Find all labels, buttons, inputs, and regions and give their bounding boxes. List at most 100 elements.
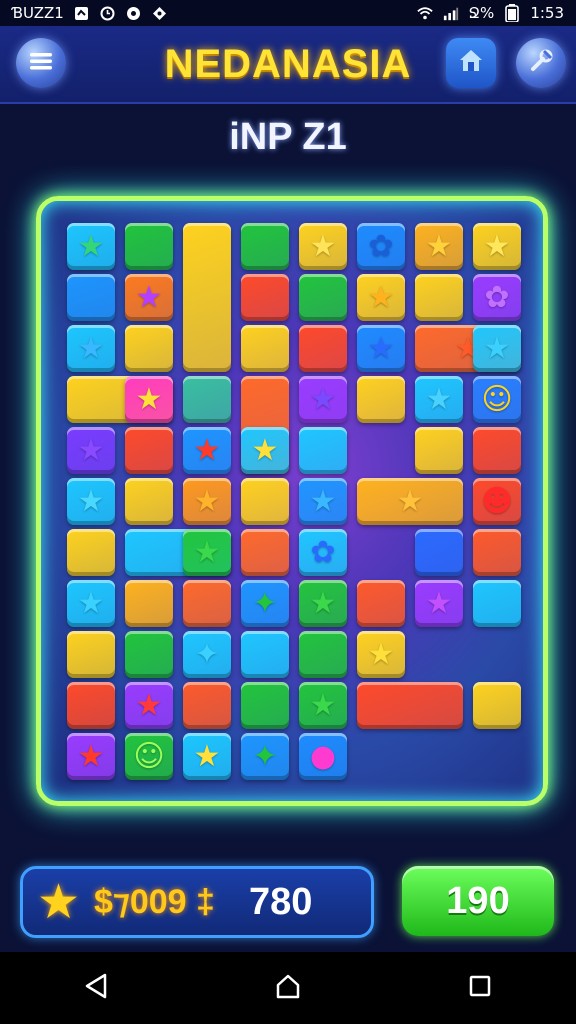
board-tile[interactable] <box>183 223 231 372</box>
board-tile[interactable] <box>241 223 289 270</box>
board-tile[interactable] <box>299 274 347 321</box>
board-tile[interactable]: ✿ <box>299 529 347 576</box>
board-tile[interactable] <box>357 376 405 423</box>
tile-glyph: ★ <box>425 585 453 621</box>
board-tile[interactable]: ★ <box>415 580 463 627</box>
board-tile[interactable] <box>241 325 289 372</box>
board-tile[interactable]: ☻ <box>473 478 521 525</box>
score-value: $⁊009 ‡ <box>94 883 215 921</box>
board-tile[interactable] <box>125 580 173 627</box>
board-tile[interactable]: ★ <box>357 631 405 678</box>
board-tile[interactable]: ★ <box>299 682 347 729</box>
board-tile[interactable] <box>473 427 521 474</box>
board-tile[interactable]: ★ <box>183 427 231 474</box>
board-tile[interactable]: ★ <box>67 733 115 780</box>
board-tile[interactable]: ★ <box>183 733 231 780</box>
tile-glyph: ★ <box>77 228 105 264</box>
board-tile[interactable]: ★ <box>357 478 463 525</box>
media-icon <box>126 5 142 21</box>
status-bar: ƁUZZ1 Ջ% 1:53 <box>0 0 576 26</box>
board-tile[interactable]: ★ <box>357 325 405 372</box>
settings-button[interactable] <box>516 38 566 88</box>
board-tile[interactable]: ★ <box>67 223 115 270</box>
board-tile[interactable]: ★ <box>67 580 115 627</box>
board-tile[interactable]: ★ <box>299 376 347 423</box>
back-icon <box>83 972 109 1004</box>
board-tile[interactable]: ★ <box>125 376 173 423</box>
board-tile[interactable] <box>67 631 115 678</box>
board-tile[interactable]: ★ <box>415 376 463 423</box>
carrier-label: ƁUZZ1 <box>12 4 64 22</box>
board-tile[interactable] <box>473 580 521 627</box>
board-tile[interactable] <box>67 274 115 321</box>
board-tile[interactable] <box>183 682 231 729</box>
system-nav-bar <box>0 952 576 1024</box>
board-tile[interactable] <box>415 529 463 576</box>
board-tile[interactable] <box>299 631 347 678</box>
board-tile[interactable] <box>125 427 173 474</box>
board-tile[interactable]: ☺ <box>473 376 521 423</box>
board-tile[interactable] <box>241 274 289 321</box>
recents-button[interactable] <box>460 968 500 1008</box>
board-tile[interactable]: ☺ <box>125 733 173 780</box>
back-button[interactable] <box>76 968 116 1008</box>
score-count: 780 <box>248 880 313 923</box>
board-tile[interactable] <box>473 682 521 729</box>
board-tile[interactable]: ★ <box>125 274 173 321</box>
board-tile[interactable] <box>357 580 405 627</box>
board-tile[interactable]: ★ <box>125 682 173 729</box>
board-tile[interactable] <box>357 682 463 729</box>
board-tile[interactable]: ★ <box>473 223 521 270</box>
tile-glyph: ● <box>309 738 337 774</box>
board-tile[interactable]: ★ <box>67 325 115 372</box>
board-tile[interactable] <box>67 529 115 576</box>
board-tile[interactable] <box>125 631 173 678</box>
board-tile[interactable] <box>67 682 115 729</box>
board-tile[interactable] <box>183 376 231 423</box>
board-tile[interactable]: ✦ <box>241 733 289 780</box>
board-tile[interactable] <box>473 529 521 576</box>
tile-glyph: ★ <box>193 432 221 468</box>
tile-glyph: ✿ <box>368 228 394 264</box>
board-tile[interactable]: ● <box>299 733 347 780</box>
board-tile[interactable] <box>183 580 231 627</box>
board-tile[interactable] <box>125 325 173 372</box>
board-tile[interactable]: ★ <box>415 223 463 270</box>
board-tile[interactable] <box>415 274 463 321</box>
tile-glyph: ★ <box>367 636 395 672</box>
board-tile[interactable]: ★ <box>299 580 347 627</box>
board-tile[interactable]: ★ <box>473 325 521 372</box>
board-tile[interactable]: ✿ <box>357 223 405 270</box>
board-tile[interactable] <box>125 223 173 270</box>
board-tile[interactable]: ★ <box>299 478 347 525</box>
score-panel: ★ $⁊009 ‡ 780 <box>20 866 374 938</box>
tile-glyph: ✦ <box>252 585 278 621</box>
house-icon <box>457 47 485 79</box>
home-nav-button[interactable] <box>268 968 308 1008</box>
board-tile[interactable] <box>241 529 289 576</box>
board-tile[interactable] <box>415 427 463 474</box>
status-right: Ջ% 1:53 <box>416 4 564 22</box>
board-tile[interactable]: ★ <box>241 427 289 474</box>
board-tile[interactable] <box>241 682 289 729</box>
board-tile[interactable]: ✦ <box>241 580 289 627</box>
tile-glyph: ✦ <box>194 636 220 672</box>
board-tile[interactable]: ★ <box>183 478 231 525</box>
board-tile[interactable]: ★ <box>67 427 115 474</box>
board-tile[interactable] <box>125 478 173 525</box>
board-tile[interactable]: ★ <box>299 223 347 270</box>
tile-glyph: ★ <box>309 228 337 264</box>
board-tile[interactable]: ★ <box>183 529 231 576</box>
game-board[interactable]: ★ ★ ✿ ★ ★ ★ ★ ✿ ★ ★ ★ ★ ★ ★ ★ ☺ ★ ★ ★ ★ ★ ★ ★ ☻ ★ ✿ ★ ✦ ★ ★ ✦ ★ ★ ★ ★ ☺ ★ ✦ ● <box>36 196 548 806</box>
play-button[interactable]: 190 <box>402 866 554 936</box>
board-tile[interactable] <box>241 631 289 678</box>
board-tile[interactable]: ✦ <box>183 631 231 678</box>
board-tile[interactable]: ★ <box>67 478 115 525</box>
home-button[interactable] <box>446 38 496 88</box>
board-tile[interactable] <box>299 427 347 474</box>
board-tile[interactable]: ✿ <box>473 274 521 321</box>
board-tile[interactable] <box>241 478 289 525</box>
tile-glyph: ★ <box>425 381 453 417</box>
board-tile[interactable] <box>299 325 347 372</box>
board-tile[interactable]: ★ <box>357 274 405 321</box>
